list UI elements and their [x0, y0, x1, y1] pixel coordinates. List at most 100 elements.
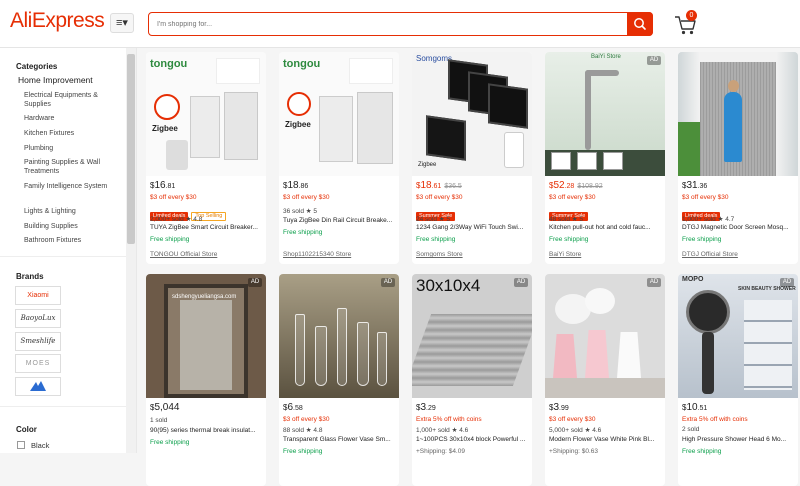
shower-handle [702, 332, 714, 394]
magnet-stack [412, 314, 532, 386]
store-link[interactable]: DTGJ Official Store [682, 251, 738, 258]
flowers [585, 288, 615, 314]
product-image[interactable]: AD 30x10x4 [412, 274, 532, 398]
plants [678, 122, 700, 176]
product-card[interactable]: AD sdshengyueliangsa.com $5,044 1 sold 9… [146, 274, 266, 486]
promo-text: $3 off every $30 [150, 194, 197, 201]
product-card[interactable]: AD MOPO SKIN BEAUTY SHOWER $10.51 Extra … [678, 274, 798, 486]
promo-text: $3 off every $30 [283, 194, 330, 201]
category-kitchen-fixtures[interactable]: Kitchen Fixtures [24, 129, 120, 138]
sold-rating: 48 sold ★ 5 [549, 216, 584, 223]
product-image[interactable]: AD sdshengyueliangsa.com [146, 274, 266, 398]
image-watermark: sdshengyueliangsa.com [172, 294, 237, 300]
switch-panel [426, 115, 466, 161]
product-image[interactable]: AD [545, 274, 665, 398]
product-price: $3.29 [416, 402, 436, 413]
glass-vase [337, 308, 347, 386]
store-link[interactable]: BaiYi Store [549, 251, 581, 258]
store-link[interactable]: Somgoms Store [416, 251, 463, 258]
product-title[interactable]: 1~100PCS 30x10x4 block Powerful ... [416, 436, 528, 443]
search-button[interactable] [627, 12, 653, 36]
ad-badge: AD [647, 278, 661, 287]
breaker-module [319, 96, 353, 162]
promo-text: Extra 5% off with coins [416, 416, 482, 423]
person-figure [724, 92, 742, 162]
category-painting[interactable]: Painting Supplies & Wall Treatments [24, 158, 120, 176]
image-brand-text: Somgoms [416, 54, 453, 63]
product-title[interactable]: DTGJ Magnetic Door Screen Mosq... [682, 224, 794, 231]
sold-rating: 24 sold ★ 5 [416, 216, 451, 223]
product-price: $6.58 [283, 402, 303, 413]
category-building-supplies[interactable]: Building Supplies [24, 222, 120, 231]
shower-head [686, 290, 730, 334]
product-price: $52.28 $108.92 [549, 180, 603, 191]
product-image[interactable]: AD MOPO SKIN BEAUTY SHOWER [678, 274, 798, 398]
original-price: $36.5 [444, 183, 462, 190]
brand-unknown-logo[interactable] [15, 377, 61, 396]
category-electrical[interactable]: Electrical Equipments & Supplies [24, 91, 120, 109]
category-bathroom-fixtures[interactable]: Bathroom Fixtures [24, 236, 120, 245]
product-title[interactable]: Kitchen pull-out hot and cold fauc... [549, 224, 661, 231]
promo-text: Extra 5% off with coins [682, 416, 748, 423]
category-plumbing[interactable]: Plumbing [24, 144, 120, 153]
store-link[interactable]: TONGOU Official Store [150, 251, 217, 258]
aliexpress-logo[interactable]: AliExpress [10, 9, 105, 33]
product-card[interactable]: AD $6.58 $3 off every $30 88 sold ★ 4.8 … [279, 274, 399, 486]
product-image[interactable]: AD [678, 52, 798, 176]
category-home-improvement[interactable]: Home Improvement [18, 75, 93, 85]
promo-text: $3 off every $30 [549, 416, 596, 423]
product-title[interactable]: Transparent Glass Flower Vase Sm... [283, 436, 395, 443]
brand-moes[interactable]: MOES [15, 354, 61, 373]
brand-baoyolux[interactable]: BaoyoLux [15, 309, 61, 328]
product-image[interactable]: tongou Zigbee [279, 52, 399, 176]
color-heading: Color [16, 425, 37, 434]
tag-list: Limited deals Top Selling [150, 204, 229, 221]
product-card[interactable]: AD 30x10x4 $3.29 Extra 5% off with coins… [412, 274, 532, 486]
search-input[interactable] [157, 16, 617, 32]
promo-text: $3 off every $30 [549, 194, 596, 201]
category-lights[interactable]: Lights & Lighting [24, 207, 120, 216]
product-image[interactable]: tongou Zigbee [146, 52, 266, 176]
product-title[interactable]: TUYA ZigBee Smart Circuit Breaker... [150, 224, 262, 231]
zigbee-text: Zigbee [418, 162, 437, 168]
product-image[interactable]: AD [279, 274, 399, 398]
zigbee-text: Zigbee [152, 124, 178, 133]
phone-hand [166, 140, 188, 170]
product-card[interactable]: tongou Zigbee $16.81 $3 off every $30 Li… [146, 52, 266, 264]
product-card[interactable]: AD $31.36 $3 off every $30 Limited deals… [678, 52, 798, 264]
shipping-info: Free shipping [682, 236, 722, 243]
store-link[interactable]: Shop1102215340 Store [283, 251, 351, 258]
category-hardware[interactable]: Hardware [24, 114, 120, 123]
compat-badges [349, 58, 393, 84]
product-card[interactable]: Somgoms Zigbee $18.61 $36.5 $3 off every … [412, 52, 532, 264]
shipping-info: Free shipping [283, 229, 323, 236]
product-title[interactable]: 90(95) series thermal break insulat... [150, 427, 262, 434]
brand-smeshlife[interactable]: Smeshlife [15, 332, 61, 351]
glass-vase [295, 314, 305, 386]
product-card[interactable]: AD BaiYi Store $52.28 $108.92 $3 off ever… [545, 52, 665, 264]
sidebar-scrollbar-thumb[interactable] [127, 54, 135, 244]
promo-text: $3 off every $30 [416, 194, 463, 201]
sold-rating: 88 sold ★ 4.8 [283, 427, 323, 434]
category-family-intelligence[interactable]: Family Intelligence System [24, 182, 120, 191]
product-card[interactable]: AD $3.99 $3 off every $30 5,000+ sold ★ … [545, 274, 665, 486]
product-image[interactable]: AD BaiYi Store [545, 52, 665, 176]
thumb-small [551, 152, 571, 170]
product-image[interactable]: Somgoms Zigbee [412, 52, 532, 176]
image-brand-text: MOPO [682, 276, 704, 283]
product-price: $3.99 [549, 402, 569, 413]
brand-xiaomi[interactable]: Xiaomi [15, 286, 61, 305]
product-title[interactable]: Modern Flower Vase White Pink Bl... [549, 436, 661, 443]
color-black-checkbox[interactable] [17, 441, 25, 449]
product-title[interactable]: High Pressure Shower Head 6 Mo... [682, 436, 794, 443]
image-brand-text: BaiYi Store [591, 54, 621, 60]
product-title[interactable]: Tuya ZigBee Din Rail Circuit Breake... [283, 217, 395, 224]
shipping-info: Free shipping [283, 448, 323, 455]
product-title[interactable]: 1234 Gang 2/3Way WiFi Touch Swi... [416, 224, 528, 231]
zigbee-logo-icon [287, 92, 311, 116]
category-menu-button[interactable]: ≡▾ [110, 13, 134, 33]
window-glass [180, 300, 232, 390]
promo-text: $3 off every $30 [283, 416, 330, 423]
zigbee-text: Zigbee [285, 120, 311, 129]
product-card[interactable]: tongou Zigbee $18.86 $3 off every $30 36… [279, 52, 399, 264]
